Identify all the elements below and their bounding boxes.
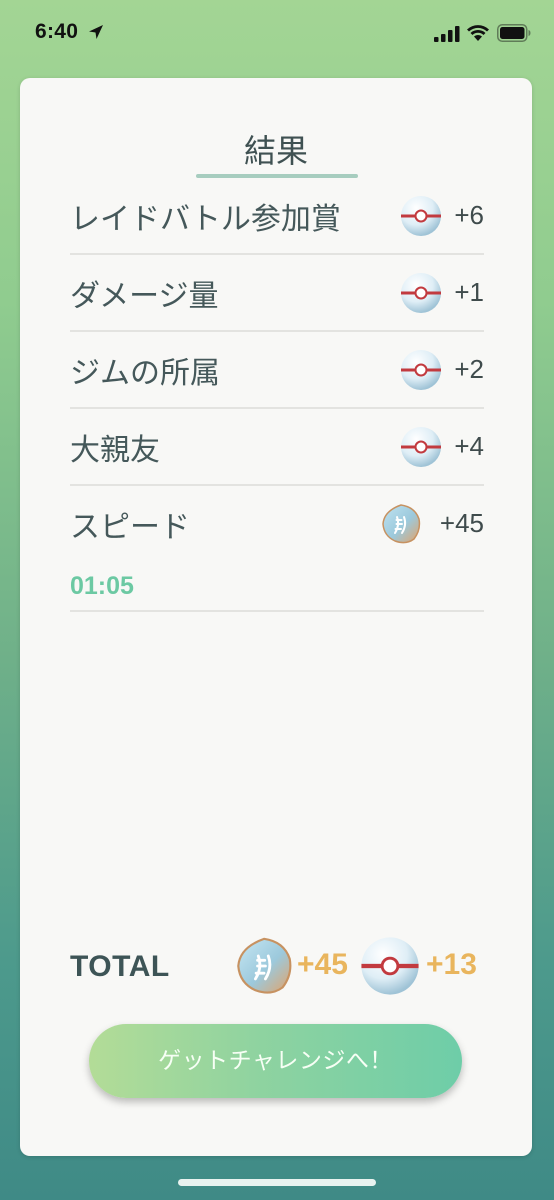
status-bar: 6:40 bbox=[0, 0, 554, 70]
premier-ball-icon bbox=[401, 350, 441, 390]
home-indicator[interactable] bbox=[178, 1179, 376, 1186]
row-label: 大親友 bbox=[70, 433, 160, 468]
result-row-speed: スピード 01:05 +45 bbox=[70, 486, 484, 612]
result-row-damage: ダメージ量 +1 bbox=[70, 255, 484, 332]
row-value: +1 bbox=[454, 277, 484, 307]
results-title: 結果 bbox=[243, 132, 308, 170]
result-row-gym-team: ジムの所属 +2 bbox=[70, 332, 484, 409]
premier-ball-icon bbox=[401, 273, 441, 313]
get-challenge-button[interactable]: ゲットチャレンジへ！ bbox=[89, 1024, 462, 1098]
wifi-icon bbox=[467, 25, 489, 41]
battery-icon bbox=[497, 24, 531, 42]
rare-candy-icon bbox=[237, 937, 292, 994]
row-value: +6 bbox=[454, 200, 484, 230]
speed-time: 01:05 bbox=[70, 572, 134, 600]
row-value: +4 bbox=[454, 431, 484, 461]
premier-ball-icon bbox=[401, 196, 441, 236]
result-row-raid-participation: レイドバトル参加賞 +6 bbox=[70, 178, 484, 255]
row-label: スピード bbox=[70, 510, 190, 545]
rare-candy-icon bbox=[382, 504, 421, 544]
total-candy-value: +45 bbox=[297, 948, 348, 981]
row-label: ダメージ量 bbox=[70, 279, 219, 314]
row-label: ジムの所属 bbox=[70, 356, 220, 391]
premier-ball-icon bbox=[361, 937, 419, 995]
result-row-best-friend: 大親友 +4 bbox=[70, 409, 484, 486]
total-label: TOTAL bbox=[70, 950, 170, 983]
premier-ball-icon bbox=[401, 427, 441, 467]
row-value: +45 bbox=[439, 508, 484, 538]
cellular-signal-icon bbox=[434, 26, 460, 42]
results-card: 結果 レイドバトル参加賞 +6 ダメージ量 +1 ジムの所属 +2 大親友 +4… bbox=[20, 78, 532, 1156]
status-time: 6:40 bbox=[35, 20, 79, 43]
row-value: +2 bbox=[454, 354, 484, 384]
total-ball-value: +13 bbox=[426, 948, 477, 981]
row-label: レイドバトル参加賞 bbox=[70, 202, 341, 237]
location-arrow-icon bbox=[89, 25, 103, 39]
